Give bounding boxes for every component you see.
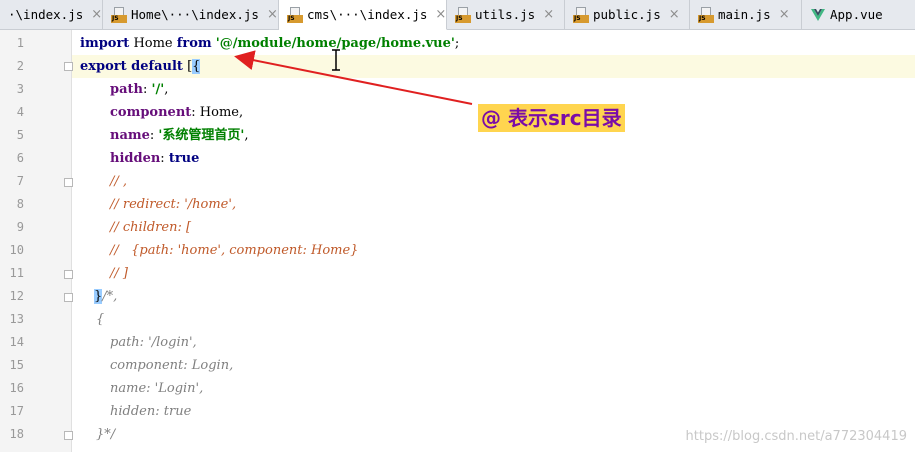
text-cursor-icon xyxy=(332,49,340,71)
annotation-label: @ 表示src目录 xyxy=(478,104,625,132)
watermark: https://blog.csdn.net/a772304419 xyxy=(685,429,907,444)
annotation-arrow xyxy=(234,49,473,105)
